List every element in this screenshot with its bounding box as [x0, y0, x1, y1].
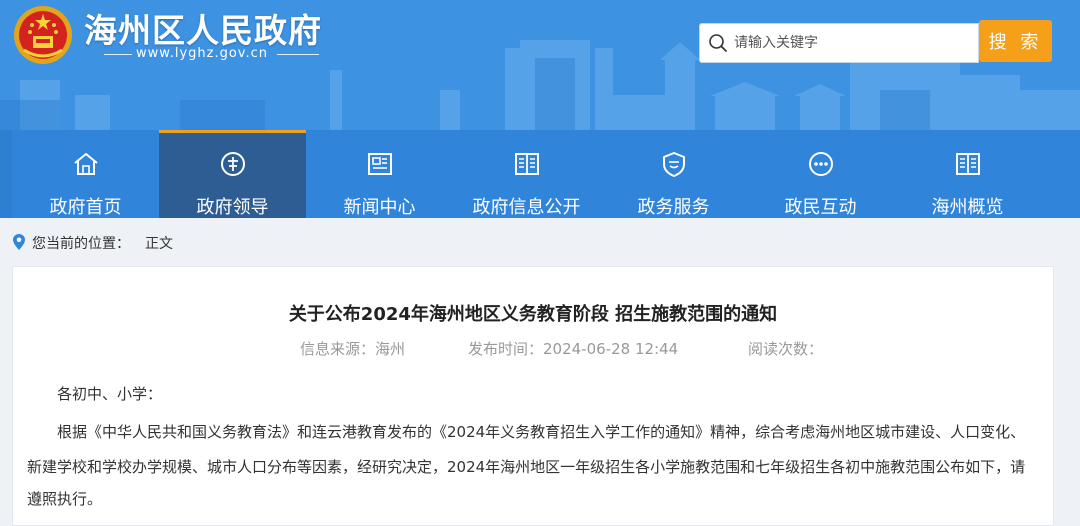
news-icon	[368, 153, 392, 175]
breadcrumb-label: 您当前的位置：	[32, 236, 130, 252]
article-paragraph-line: 遵照执行。	[27, 490, 103, 508]
nav-item-services[interactable]: 政务服务	[600, 130, 747, 218]
nav-label: 政民互动	[784, 197, 857, 218]
home-icon	[74, 153, 98, 175]
book-icon	[956, 153, 980, 175]
chat-icon	[809, 152, 833, 176]
nav-item-interaction[interactable]: 政民互动	[747, 130, 894, 218]
site-url[interactable]: www.lyghz.gov.cn	[136, 46, 268, 61]
search-icon	[709, 34, 727, 52]
national-emblem-icon	[14, 6, 72, 64]
article-read-count: 阅读次数：	[748, 340, 824, 358]
search-box	[699, 23, 979, 63]
article-publish-time: 发布时间：2024-06-28 12:44	[468, 340, 679, 358]
url-divider-right	[277, 54, 319, 55]
main-nav: 政府首页 政府领导 新闻中心 政府信息公开 政务服务 政民互动 海州概览	[0, 130, 1080, 218]
shield-icon	[663, 152, 685, 177]
article-paragraph-line: 根据《中华人民共和国义务教育法》和连云港教育发布的《2024年义务教育招生入学工…	[57, 423, 1026, 441]
nav-label: 政务服务	[637, 197, 710, 218]
breadcrumb-current[interactable]: 正文	[145, 233, 173, 253]
article-panel: 关于公布2024年海州地区义务教育阶段 招生施教范围的通知 信息来源：海州 发布…	[12, 266, 1054, 526]
search-button[interactable]: 搜 索	[979, 20, 1052, 62]
nav-label: 政府领导	[196, 197, 269, 218]
nav-edge	[0, 130, 12, 218]
leader-icon	[221, 152, 245, 176]
book-icon	[515, 153, 539, 175]
url-divider-left	[104, 54, 132, 55]
site-title[interactable]: 海州区人民政府	[84, 4, 322, 52]
nav-item-news[interactable]: 新闻中心	[306, 130, 453, 218]
nav-label: 海州概览	[931, 197, 1004, 218]
nav-label: 新闻中心	[343, 197, 416, 218]
article-greeting: 各初中、小学：	[57, 385, 163, 403]
nav-label: 政府信息公开	[472, 197, 581, 218]
site-header: 海州区人民政府 www.lyghz.gov.cn 搜 索	[0, 0, 1080, 130]
nav-item-overview[interactable]: 海州概览	[894, 130, 1041, 218]
location-pin-icon	[13, 234, 25, 250]
nav-label: 政府首页	[49, 197, 122, 218]
nav-item-leaders[interactable]: 政府领导	[159, 130, 306, 218]
article-title: 关于公布2024年海州地区义务教育阶段 招生施教范围的通知	[288, 304, 778, 325]
article-source: 信息来源：海州	[300, 340, 406, 358]
nav-item-info-disclosure[interactable]: 政府信息公开	[453, 130, 600, 218]
search-input[interactable]	[734, 32, 970, 54]
article-paragraph-line: 新建学校和学校办学规模、城市人口分布等因素，经研究决定，2024年海州地区一年级…	[27, 458, 1026, 476]
nav-item-home[interactable]: 政府首页	[12, 130, 159, 218]
